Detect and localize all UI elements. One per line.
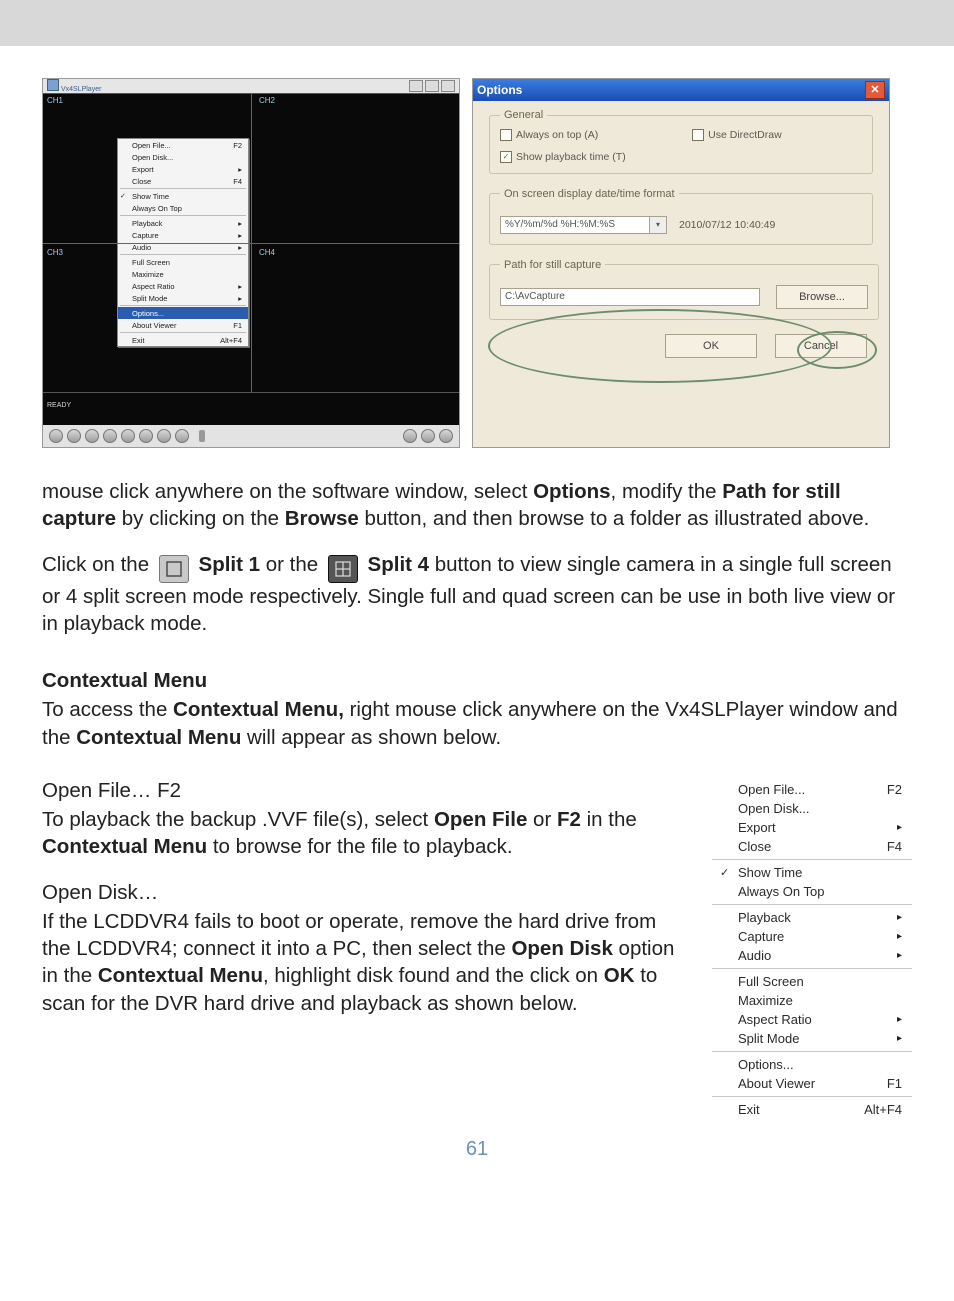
contextual-menu-heading: Contextual Menu [42,667,912,694]
osd-format-dropdown[interactable]: ▾ [500,216,667,234]
ctx-split-mode[interactable]: Split Mode▸ [118,292,248,304]
ch3-label: CH3 [47,248,63,257]
player-transport-bar[interactable] [43,425,459,447]
context-menu-screenshot: Open File...F2 Open Disk... Export▸ Clos… [712,777,912,1122]
osd-legend: On screen display date/time format [500,188,679,200]
transport-btn[interactable] [157,429,171,443]
ctx-capture[interactable]: Capture▸ [118,229,248,241]
maximize-icon[interactable] [425,80,439,92]
top-gray-bar [0,0,954,46]
menu-show-time[interactable]: Show Time [712,863,912,882]
open-disk-heading: Open Disk… [42,879,686,906]
ctx-open-file[interactable]: Open File...F2 [118,139,248,151]
menu-aspect-ratio[interactable]: Aspect Ratio▸ [712,1010,912,1029]
ctx-options[interactable]: Options... [118,307,248,319]
transport-btn[interactable] [121,429,135,443]
menu-split-mode[interactable]: Split Mode▸ [712,1029,912,1048]
menu-playback[interactable]: Playback▸ [712,908,912,927]
ctx-export[interactable]: Export▸ [118,163,248,175]
menu-capture[interactable]: Capture▸ [712,927,912,946]
options-title: Options [477,83,522,97]
menu-open-disk[interactable]: Open Disk... [712,799,912,818]
open-file-paragraph: To playback the backup .VVF file(s), sel… [42,806,686,861]
ctx-audio[interactable]: Audio▸ [118,241,248,253]
menu-audio[interactable]: Audio▸ [712,946,912,965]
always-on-top-checkbox[interactable]: Always on top (A) [500,129,598,141]
page-number: 61 [0,1138,954,1161]
close-icon[interactable] [441,80,455,92]
menu-open-file[interactable]: Open File...F2 [712,780,912,799]
minimize-icon[interactable] [409,80,423,92]
player-status: READY [47,402,71,409]
menu-exit[interactable]: ExitAlt+F4 [712,1100,912,1119]
osd-sample: 2010/07/12 10:40:49 [679,219,775,231]
player-screenshot: Vx4SLPlayer CH1 CH2 CH3 CH4 Open File...… [42,78,460,448]
ctx-maximize[interactable]: Maximize [118,268,248,280]
osd-format-input[interactable] [500,216,650,234]
highlight-oval-path [488,309,832,383]
player-app-icon [47,79,59,91]
menu-close[interactable]: CloseF4 [712,837,912,856]
osd-group: On screen display date/time format ▾ 201… [489,188,873,245]
menu-options[interactable]: Options... [712,1055,912,1074]
menu-about[interactable]: About ViewerF1 [712,1074,912,1093]
transport-btn[interactable] [85,429,99,443]
paragraph-path-capture: mouse click anywhere on the software win… [42,478,912,533]
paragraph-split-buttons: Click on the Split 1 or the Split 4 butt… [42,551,912,638]
ctx-open-disk[interactable]: Open Disk... [118,151,248,163]
menu-full-screen[interactable]: Full Screen [712,972,912,991]
open-disk-paragraph: If the LCDDVR4 fails to boot or operate,… [42,908,686,1017]
ctx-about[interactable]: About ViewerF1 [118,319,248,331]
player-titlebar: Vx4SLPlayer [43,79,459,93]
play-icon[interactable] [49,429,63,443]
path-legend: Path for still capture [500,259,605,271]
close-icon[interactable]: ✕ [865,81,885,99]
menu-export[interactable]: Export▸ [712,818,912,837]
split4-icon[interactable] [421,429,435,443]
transport-btn[interactable] [175,429,189,443]
menu-maximize[interactable]: Maximize [712,991,912,1010]
ctx-close[interactable]: CloseF4 [118,175,248,187]
options-titlebar: Options ✕ [473,79,889,101]
show-playback-time-checkbox[interactable]: ✓Show playback time (T) [500,151,626,163]
ch1-label: CH1 [47,96,63,105]
browse-button[interactable]: Browse... [776,285,868,309]
ctx-full-screen[interactable]: Full Screen [118,256,248,268]
ctx-show-time[interactable]: Show Time [118,190,248,202]
ctx-playback[interactable]: Playback▸ [118,217,248,229]
contextual-menu-paragraph: To access the Contextual Menu, right mou… [42,696,912,751]
highlight-oval-browse [797,331,877,369]
open-file-heading: Open File… F2 [42,777,686,804]
general-group: General Always on top (A) Use DirectDraw… [489,109,873,174]
chevron-down-icon[interactable]: ▾ [650,216,667,234]
ch2-label: CH2 [259,96,275,105]
ctx-always-on-top[interactable]: Always On Top [118,202,248,214]
capture-icon[interactable] [439,429,453,443]
capture-path-input[interactable] [500,288,760,306]
transport-btn[interactable] [139,429,153,443]
ctx-exit[interactable]: ExitAlt+F4 [118,334,248,346]
split1-icon [159,555,189,583]
volume-slider[interactable] [199,430,205,442]
player-video-grid: CH1 CH2 CH3 CH4 Open File...F2 Open Disk… [43,93,459,393]
transport-btn[interactable] [103,429,117,443]
screenshot-row: Vx4SLPlayer CH1 CH2 CH3 CH4 Open File...… [0,46,954,466]
options-dialog-screenshot: Options ✕ General Always on top (A) Use … [472,78,890,448]
split4-icon [328,555,358,583]
general-legend: General [500,109,547,121]
ch4-label: CH4 [259,248,275,257]
use-directdraw-checkbox[interactable]: Use DirectDraw [692,129,782,141]
transport-btn[interactable] [67,429,81,443]
player-context-menu[interactable]: Open File...F2 Open Disk... Export▸ Clos… [117,138,249,347]
split1-icon[interactable] [403,429,417,443]
player-title: Vx4SLPlayer [61,86,101,93]
ctx-aspect-ratio[interactable]: Aspect Ratio▸ [118,280,248,292]
menu-always-on-top[interactable]: Always On Top [712,882,912,901]
